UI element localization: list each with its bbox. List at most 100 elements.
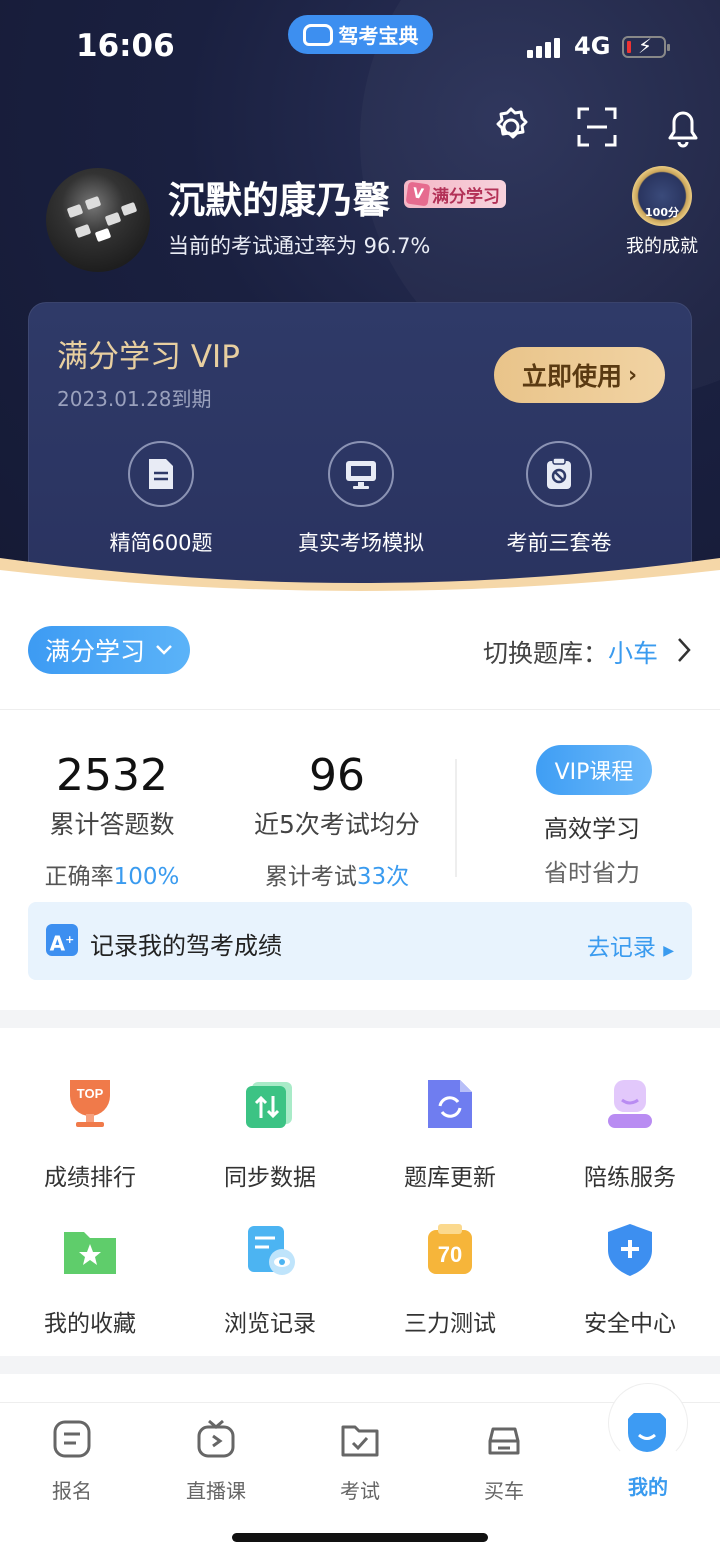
vip-badge: V 满分学习 [404, 180, 506, 208]
exam-count-text: 累计考试33次 [264, 864, 410, 890]
section-separator [0, 1010, 720, 1028]
tab-buy-car[interactable]: 买车 [432, 1419, 576, 1504]
tab-label: 考试 [340, 1479, 380, 1503]
folder-check-icon [341, 1425, 379, 1457]
chevron-right-icon[interactable] [676, 636, 692, 664]
achievement-label: 我的成就 [626, 236, 698, 257]
vip-course-line1: 高效学习 [544, 815, 640, 843]
achievement-button[interactable]: 100分 我的成就 [622, 166, 702, 258]
grid-item-history[interactable]: 浏览记录 [180, 1222, 360, 1338]
signal-icon [527, 38, 560, 58]
avg-score: 96 [309, 750, 365, 801]
pass-rate-text: 当前的考试通过率为 96.7% [168, 234, 431, 258]
app-return-pill[interactable]: 驾考宝典 [288, 15, 433, 54]
tv-icon [197, 1419, 235, 1458]
tab-live[interactable]: 直播课 [144, 1419, 288, 1504]
battery-icon: ⚡ [622, 35, 670, 58]
stat-answered[interactable]: 2532 累计答题数 正确率100% [40, 749, 184, 891]
study-mode-dropdown[interactable]: 满分学习 [28, 626, 190, 674]
coach-icon [608, 1080, 652, 1128]
accuracy-text: 正确率100% [44, 864, 180, 890]
grid-item-coach[interactable]: 陪练服务 [540, 1076, 720, 1192]
medal-icon: 100分 [632, 166, 692, 226]
document-icon [149, 459, 173, 489]
vip-title: 满分学习 VIP [57, 339, 240, 375]
scan-icon[interactable] [574, 104, 620, 150]
clipboard-icon [547, 457, 571, 489]
grid-label: 我的收藏 [44, 1311, 136, 1337]
svg-text:TOP: TOP [77, 1086, 104, 1101]
feature-simplified-600[interactable]: 精简600题 [81, 441, 241, 557]
app-pill-label: 驾考宝典 [338, 24, 419, 48]
feature-real-exam-sim[interactable]: 真实考场模拟 [281, 441, 441, 557]
grid-item-three-ability[interactable]: 70 三力测试 [360, 1222, 540, 1338]
question-bank-row: 满分学习 切换题库：小车 [0, 612, 720, 710]
list-icon [53, 1420, 91, 1458]
eye-doc-icon [248, 1226, 295, 1275]
grid-label: 浏览记录 [224, 1311, 316, 1337]
bottom-tab-bar: 报名 直播课 考试 买车 我的 [0, 1383, 720, 1558]
divider [455, 759, 457, 877]
grid-item-security[interactable]: 安全中心 [540, 1222, 720, 1338]
triangle-right-icon: ▶ [663, 943, 674, 959]
tab-label: 我的 [628, 1475, 668, 1499]
record-score-text: 记录我的驾考成绩 [90, 932, 282, 960]
vip-course-button[interactable]: VIP课程 [536, 745, 652, 795]
feature-three-papers[interactable]: 考前三套卷 [479, 441, 639, 557]
switch-bank-value: 小车 [607, 639, 658, 668]
chevron-right-icon: › [627, 362, 638, 388]
smile-icon [628, 1413, 666, 1452]
avatar[interactable] [46, 168, 150, 272]
status-time: 16:06 [76, 28, 175, 64]
status-bar: 16:06 驾考宝典 4G ⚡ [0, 0, 720, 90]
grid-label: 同步数据 [224, 1165, 316, 1191]
chevron-down-icon [156, 645, 172, 655]
svg-text:70: 70 [438, 1242, 462, 1267]
score-70-icon: 70 [428, 1224, 472, 1274]
tab-label: 买车 [484, 1479, 524, 1503]
use-now-label: 立即使用 [521, 362, 622, 391]
shield-icon [608, 1224, 652, 1276]
sync-icon [246, 1082, 292, 1128]
vip-v-icon: V [405, 181, 431, 207]
grid-label: 安全中心 [584, 1311, 676, 1337]
record-score-bar[interactable]: A+ 记录我的驾考成绩 去记录 ▶ [28, 902, 692, 980]
switch-bank-label: 切换题库： [482, 639, 608, 668]
tab-exam[interactable]: 考试 [288, 1419, 432, 1504]
username: 沉默的康乃馨 [168, 179, 390, 222]
stats-panel: 2532 累计答题数 正确率100% 96 近5次考试均分 累计考试33次 VI… [0, 711, 720, 1011]
trophy-icon: TOP [70, 1080, 110, 1127]
car-icon [488, 1427, 520, 1455]
tab-label: 报名 [52, 1479, 92, 1503]
grid-item-ranking[interactable]: TOP 成绩排行 [0, 1076, 180, 1192]
answered-label: 累计答题数 [49, 810, 175, 839]
grid-label: 陪练服务 [584, 1165, 676, 1191]
stat-avg-score[interactable]: 96 近5次考试均分 累计考试33次 [246, 749, 428, 891]
use-now-button[interactable]: 立即使用 › [494, 347, 665, 403]
grid-item-bank-update[interactable]: 题库更新 [360, 1076, 540, 1192]
profile-header: 16:06 驾考宝典 4G ⚡ 沉默的康乃馨 V 满分学习 当前的考试通过率为 … [0, 0, 720, 600]
settings-gear-icon[interactable] [488, 104, 534, 150]
go-record-link[interactable]: 去记录 ▶ [587, 928, 674, 962]
refresh-doc-icon [428, 1080, 472, 1128]
grid-label: 三力测试 [404, 1311, 496, 1337]
answered-count: 2532 [56, 750, 168, 801]
switch-bank-button[interactable]: 切换题库：小车 [483, 634, 658, 670]
vip-expiry: 2023.01.28到期 [57, 387, 212, 411]
tab-label: 直播课 [186, 1479, 246, 1503]
bell-icon[interactable] [660, 104, 706, 150]
monitor-icon [346, 461, 376, 489]
vip-course-line2: 省时省力 [544, 859, 640, 887]
grid-item-favorites[interactable]: 我的收藏 [0, 1222, 180, 1338]
feature-grid: TOP 成绩排行 同步数据 题库更新 陪练服务 我的收藏 浏览记录 70 三力测… [0, 1028, 720, 1356]
tab-signup[interactable]: 报名 [0, 1419, 144, 1504]
network-type: 4G [574, 32, 611, 60]
grid-label: 成绩排行 [44, 1165, 136, 1191]
grid-label: 题库更新 [404, 1165, 496, 1191]
star-folder-icon [64, 1232, 116, 1274]
a-plus-icon: A+ [46, 924, 78, 956]
section-separator [0, 1356, 720, 1374]
car-icon [302, 23, 333, 46]
vip-badge-label: 满分学习 [432, 186, 500, 207]
grid-item-sync[interactable]: 同步数据 [180, 1076, 360, 1192]
